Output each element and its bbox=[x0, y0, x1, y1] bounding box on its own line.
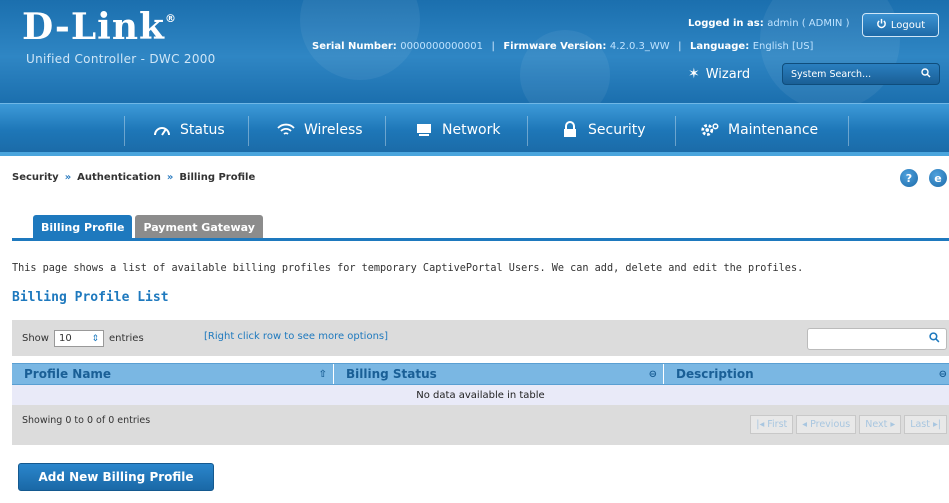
table-header: Profile Name ⇧ Billing Status ⊖ Descript… bbox=[12, 363, 949, 385]
pager-previous-button[interactable]: ◂ Previous bbox=[796, 415, 857, 434]
wizard-icon: ✶ bbox=[688, 66, 700, 82]
nav-item-wireless[interactable]: Wireless bbox=[276, 118, 363, 142]
nav-item-security[interactable]: Security bbox=[560, 118, 646, 142]
nav-divider bbox=[124, 116, 125, 146]
firmware-value: 4.2.0.3_WW bbox=[609, 41, 670, 52]
breadcrumb-item-authentication[interactable]: Authentication bbox=[77, 172, 161, 183]
serial-label: Serial Number: bbox=[312, 41, 397, 52]
entries-control: Show 10 ⇕ entries bbox=[22, 330, 144, 347]
entries-value: 10 bbox=[58, 333, 72, 344]
tab-billing-profile[interactable]: Billing Profile bbox=[33, 215, 133, 239]
nav-divider bbox=[527, 116, 528, 146]
network-icon bbox=[414, 121, 434, 139]
breadcrumb-separator: » bbox=[64, 172, 72, 183]
nav-label: Network bbox=[442, 122, 501, 138]
right-click-hint: [Right click row to see more options] bbox=[204, 331, 389, 342]
next-icon: ▸ bbox=[890, 419, 896, 430]
first-icon: |◂ bbox=[756, 419, 765, 430]
wizard-label: Wizard bbox=[705, 66, 751, 82]
section-title: Billing Profile List bbox=[12, 290, 169, 305]
sort-icon: ⇧ bbox=[318, 368, 327, 380]
logged-in-user: admin ( ADMIN ) bbox=[767, 18, 850, 29]
pager-last-button[interactable]: Last ▸| bbox=[904, 415, 947, 434]
showing-info: Showing 0 to 0 of 0 entries bbox=[22, 415, 151, 426]
pagination: |◂ First ◂ Previous Next ▸ Last ▸| bbox=[750, 415, 947, 434]
pager-first-button[interactable]: |◂ First bbox=[750, 415, 794, 434]
nav-divider bbox=[385, 116, 386, 146]
page-description: This page shows a list of available bill… bbox=[12, 263, 804, 274]
breadcrumb: Security » Authentication » Billing Profile bbox=[12, 172, 255, 183]
tab-underline bbox=[12, 238, 949, 241]
pager-label: First bbox=[767, 419, 788, 430]
logout-label: Logout bbox=[890, 19, 926, 31]
info-icon[interactable]: e bbox=[929, 169, 947, 187]
help-icon[interactable]: ? bbox=[900, 169, 918, 187]
system-search-placeholder: System Search... bbox=[791, 68, 872, 80]
firmware-label: Firmware Version: bbox=[503, 41, 607, 52]
main-nav: Status Wireless Network Security Mainten… bbox=[0, 103, 949, 156]
logged-in-info: Logged in as: admin ( ADMIN ) bbox=[688, 18, 849, 29]
pager-label: Last bbox=[910, 419, 930, 430]
table-footer: Showing 0 to 0 of 0 entries |◂ First ◂ P… bbox=[12, 405, 949, 445]
table-toolbar: Show 10 ⇕ entries [Right click row to se… bbox=[12, 320, 949, 356]
gear-icon bbox=[700, 121, 720, 139]
tab-bar: Billing Profile Payment Gateway bbox=[33, 215, 263, 239]
show-label: Show bbox=[22, 333, 49, 344]
previous-icon: ◂ bbox=[802, 419, 808, 430]
search-icon[interactable] bbox=[921, 67, 931, 81]
serial-value: 0000000000001 bbox=[400, 41, 483, 52]
column-label: Billing Status bbox=[346, 367, 437, 381]
lock-icon bbox=[560, 121, 580, 139]
nav-bottom-strip bbox=[0, 152, 949, 156]
sort-icon: ⊖ bbox=[938, 368, 947, 380]
nav-label: Maintenance bbox=[728, 122, 819, 138]
column-profile-name[interactable]: Profile Name ⇧ bbox=[12, 364, 334, 384]
entries-select[interactable]: 10 ⇕ bbox=[53, 330, 104, 347]
breadcrumb-item-billing-profile: Billing Profile bbox=[179, 172, 256, 183]
top-header: D-Link® Unified Controller - DWC 2000 Se… bbox=[0, 0, 949, 103]
nav-label: Wireless bbox=[304, 122, 363, 138]
pager-next-button[interactable]: Next ▸ bbox=[859, 415, 902, 434]
column-label: Profile Name bbox=[24, 367, 112, 381]
nav-item-maintenance[interactable]: Maintenance bbox=[700, 118, 818, 142]
table-search-input[interactable] bbox=[807, 328, 947, 350]
language-label: Language: bbox=[690, 41, 750, 52]
breadcrumb-item-security[interactable]: Security bbox=[12, 172, 59, 183]
add-billing-profile-button[interactable]: Add New Billing Profile bbox=[18, 463, 214, 491]
dlink-logo: D-Link® bbox=[22, 6, 177, 48]
last-icon: ▸| bbox=[933, 419, 941, 430]
nav-label: Status bbox=[180, 122, 225, 138]
nav-divider bbox=[675, 116, 676, 146]
select-arrows-icon: ⇕ bbox=[91, 333, 99, 344]
column-billing-status[interactable]: Billing Status ⊖ bbox=[334, 364, 664, 384]
header-decoration bbox=[300, 0, 420, 80]
pager-label: Next bbox=[865, 419, 888, 430]
entries-label: entries bbox=[108, 333, 144, 344]
breadcrumb-separator: » bbox=[166, 172, 174, 183]
table-empty-row: No data available in table bbox=[12, 385, 949, 405]
nav-divider bbox=[248, 116, 249, 146]
wifi-icon bbox=[276, 121, 296, 139]
logout-button[interactable]: Logout bbox=[862, 13, 939, 37]
column-description[interactable]: Description ⊖ bbox=[664, 364, 949, 384]
logged-in-label: Logged in as: bbox=[688, 18, 764, 29]
sort-icon: ⊖ bbox=[648, 368, 657, 380]
status-icon bbox=[152, 121, 172, 139]
search-icon bbox=[929, 332, 940, 346]
language-link[interactable]: English [US] bbox=[753, 41, 814, 52]
nav-item-network[interactable]: Network bbox=[414, 118, 500, 142]
product-subtitle: Unified Controller - DWC 2000 bbox=[26, 52, 216, 66]
tab-payment-gateway[interactable]: Payment Gateway bbox=[135, 215, 263, 239]
device-info: Serial Number: 0000000000001 | Firmware … bbox=[312, 41, 814, 52]
column-label: Description bbox=[676, 367, 754, 381]
power-icon bbox=[876, 18, 887, 32]
system-search-input[interactable]: System Search... bbox=[782, 63, 940, 85]
nav-divider bbox=[848, 116, 849, 146]
wizard-link[interactable]: ✶ Wizard bbox=[688, 66, 750, 82]
pager-label: Previous bbox=[810, 419, 851, 430]
nav-item-status[interactable]: Status bbox=[152, 118, 225, 142]
nav-label: Security bbox=[588, 122, 646, 138]
